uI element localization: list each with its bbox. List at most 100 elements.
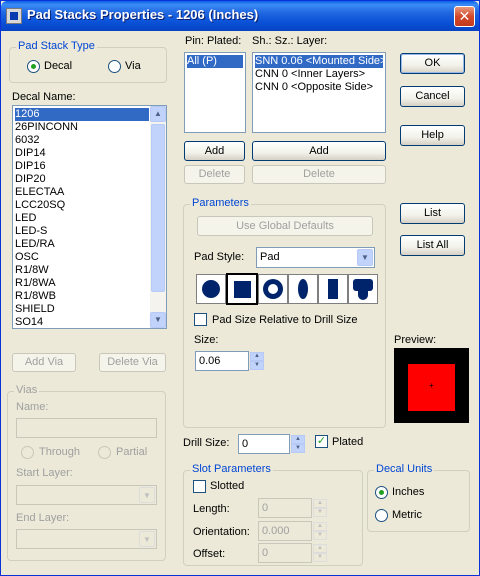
partial-radio[interactable] bbox=[98, 446, 111, 459]
rectangle-pad-icon[interactable] bbox=[318, 274, 348, 304]
through-radio[interactable] bbox=[21, 446, 34, 459]
pad-size-relative-checkbox[interactable] bbox=[194, 313, 207, 326]
vias-group-label: Vias bbox=[14, 384, 40, 396]
oval-pad-icon[interactable] bbox=[288, 274, 318, 304]
decal-name-list[interactable]: 1206 26PINCONN 6032 DIP14 DIP16 DIP20 EL… bbox=[12, 105, 167, 329]
partial-radio-label: Partial bbox=[116, 446, 148, 458]
offset-field[interactable]: 0 bbox=[258, 543, 312, 563]
metric-radio-label: Metric bbox=[392, 509, 422, 521]
spin-down-icon[interactable]: ▼ bbox=[313, 508, 327, 517]
list-item[interactable]: CNN 0 <Opposite Side> bbox=[255, 81, 373, 94]
slotted-checkbox[interactable] bbox=[193, 480, 206, 493]
list-item[interactable]: LED/RA bbox=[15, 238, 55, 251]
start-layer-select[interactable]: ▼ bbox=[16, 485, 157, 505]
pin-header: Pin: Plated: bbox=[185, 35, 242, 47]
scroll-thumb[interactable] bbox=[151, 124, 165, 292]
round-pad-icon[interactable] bbox=[196, 274, 226, 304]
parameters-group-label: Parameters bbox=[190, 197, 251, 209]
list-item[interactable]: SHIELD bbox=[15, 303, 55, 316]
length-label: Length: bbox=[193, 503, 230, 515]
delete-via-button[interactable]: Delete Via bbox=[99, 353, 166, 372]
layer-delete-button[interactable]: Delete bbox=[252, 165, 386, 184]
scroll-up-icon[interactable]: ▲ bbox=[150, 106, 166, 122]
via-radio-label: Via bbox=[125, 60, 141, 72]
annular-pad-icon[interactable] bbox=[258, 274, 288, 304]
ok-button[interactable]: OK bbox=[400, 53, 465, 74]
list-button[interactable]: List bbox=[400, 203, 465, 224]
list-item[interactable]: DIP16 bbox=[15, 160, 46, 173]
title-bar[interactable]: Pad Stacks Properties - 1206 (Inches) ✕ bbox=[1, 1, 479, 31]
via-radio[interactable] bbox=[108, 60, 121, 73]
plated-checkbox[interactable]: ✓ bbox=[315, 435, 328, 448]
spin-down-icon[interactable]: ▼ bbox=[313, 531, 327, 540]
cancel-button[interactable]: Cancel bbox=[400, 86, 465, 107]
list-item[interactable]: SO14 bbox=[15, 316, 43, 328]
square-pad-icon[interactable] bbox=[226, 273, 258, 305]
list-item[interactable]: OSC bbox=[15, 251, 39, 264]
list-item[interactable]: All (P) bbox=[187, 55, 243, 68]
spin-up-icon[interactable]: ▲ bbox=[313, 522, 327, 531]
scroll-down-icon[interactable]: ▼ bbox=[150, 312, 166, 328]
add-via-button[interactable]: Add Via bbox=[12, 353, 76, 372]
pin-delete-button[interactable]: Delete bbox=[184, 165, 245, 184]
end-layer-select[interactable]: ▼ bbox=[16, 529, 157, 549]
decal-units-group: Decal Units bbox=[367, 463, 470, 532]
pin-add-button[interactable]: Add bbox=[184, 141, 245, 161]
preview-label: Preview: bbox=[394, 334, 437, 346]
spin-down-icon[interactable]: ▼ bbox=[250, 361, 264, 370]
layer-list[interactable]: SNN 0.06 <Mounted Side> CNN 0 <Inner Lay… bbox=[252, 52, 386, 133]
plated-label: Plated bbox=[332, 436, 364, 448]
inches-radio[interactable] bbox=[375, 486, 388, 499]
close-button[interactable]: ✕ bbox=[454, 6, 475, 27]
pad-style-select[interactable]: Pad ▼ bbox=[256, 247, 375, 268]
window-title: Pad Stacks Properties - 1206 (Inches) bbox=[27, 7, 259, 22]
layer-add-button[interactable]: Add bbox=[252, 141, 386, 161]
spin-down-icon[interactable]: ▼ bbox=[291, 444, 305, 453]
start-layer-label: Start Layer: bbox=[16, 467, 73, 479]
pad-stack-type-label: Pad Stack Type bbox=[16, 40, 97, 52]
list-item[interactable]: LCC20SQ bbox=[15, 199, 65, 212]
pad-style-value: Pad bbox=[260, 251, 280, 263]
thermal-pad-icon[interactable] bbox=[348, 274, 378, 304]
list-item[interactable]: CNN 0 <Inner Layers> bbox=[255, 68, 365, 81]
list-all-button[interactable]: List All bbox=[400, 235, 465, 256]
list-item[interactable]: LED-S bbox=[15, 225, 47, 238]
pin-list[interactable]: All (P) bbox=[184, 52, 246, 133]
via-name-label: Name: bbox=[16, 401, 49, 413]
slotted-label: Slotted bbox=[210, 480, 245, 492]
decal-radio-label: Decal bbox=[44, 60, 73, 72]
list-item[interactable]: DIP14 bbox=[15, 147, 46, 160]
close-icon: ✕ bbox=[458, 8, 471, 24]
list-item[interactable]: 26PINCONN bbox=[15, 121, 78, 134]
chevron-down-icon: ▼ bbox=[357, 249, 373, 266]
offset-label: Offset: bbox=[193, 548, 226, 560]
spin-up-icon[interactable]: ▲ bbox=[250, 352, 264, 361]
drill-size-label: Drill Size: bbox=[183, 437, 230, 449]
list-item[interactable]: R1/8W bbox=[15, 264, 49, 277]
spin-up-icon[interactable]: ▲ bbox=[313, 544, 327, 553]
list-item[interactable]: LED bbox=[15, 212, 36, 225]
size-field[interactable]: 0.06 bbox=[195, 351, 249, 371]
list-item[interactable]: DIP20 bbox=[15, 173, 46, 186]
decal-list-scrollbar[interactable]: ▲ ▼ bbox=[150, 106, 166, 328]
drill-size-field[interactable]: 0 bbox=[238, 434, 290, 454]
through-radio-label: Through bbox=[39, 446, 80, 458]
spin-up-icon[interactable]: ▲ bbox=[313, 499, 327, 508]
length-field[interactable]: 0 bbox=[258, 498, 312, 518]
orientation-field[interactable]: 0.000 bbox=[258, 521, 312, 541]
list-item[interactable]: SNN 0.06 <Mounted Side> bbox=[255, 55, 385, 68]
list-item[interactable]: 1206 bbox=[15, 108, 149, 121]
pad-style-label: Pad Style: bbox=[194, 251, 245, 263]
help-button[interactable]: Help bbox=[400, 125, 465, 146]
list-item[interactable]: R1/8WB bbox=[15, 290, 56, 303]
list-item[interactable]: ELECTAA bbox=[15, 186, 64, 199]
via-name-field[interactable] bbox=[16, 418, 157, 438]
list-item[interactable]: 6032 bbox=[15, 134, 39, 147]
list-item[interactable]: R1/8WA bbox=[15, 277, 56, 290]
use-global-defaults-button[interactable]: Use Global Defaults bbox=[197, 216, 373, 236]
metric-radio[interactable] bbox=[375, 509, 388, 522]
chevron-down-icon: ▼ bbox=[139, 531, 155, 547]
decal-radio[interactable] bbox=[27, 60, 40, 73]
spin-up-icon[interactable]: ▲ bbox=[291, 435, 305, 444]
spin-down-icon[interactable]: ▼ bbox=[313, 553, 327, 562]
